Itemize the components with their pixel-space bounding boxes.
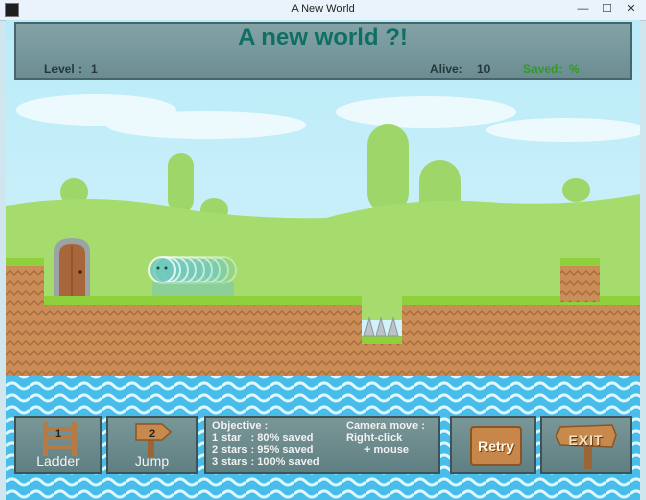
objective-heading: Objective : [212,420,269,432]
level-title: A new world ?! [238,24,408,51]
objective-line-3: 3 stars : 100% saved [212,456,320,468]
ground-left-dirt [6,302,362,380]
ladder-count: 1 [54,428,62,440]
retry-label: Retry [478,438,514,454]
ground-right-dirt [402,302,640,380]
ladder-label: Ladder [36,453,80,469]
alive-count: 10 [477,62,491,76]
creature-group [148,256,237,296]
entrance-door [54,238,90,296]
exit-button[interactable]: EXIT [542,432,630,448]
maximize-button[interactable]: ☐ [596,1,618,17]
info-panel: Objective : 1 star : 80% saved 2 stars :… [204,416,440,474]
spike-trap [363,316,399,337]
pit-dirt [362,342,402,380]
retry-button[interactable]: Retry [470,426,522,466]
jump-label: Jump [134,453,170,469]
exit-panel: EXIT [540,416,632,474]
close-button[interactable]: ✕ [620,1,642,17]
window-titlebar: A New World — ☐ ✕ [0,0,646,21]
pit-grass [362,336,402,344]
bottom-toolbar: 1 Ladder 2 Jump Objective : 1 star : 80%… [14,416,632,478]
ground-left-grass [44,296,362,305]
left-pillar-grass [6,258,44,266]
objective-line-2: 2 stars : 95% saved [212,444,314,456]
alive-label: Alive: [430,62,463,76]
level-value: 1 [91,62,98,76]
camera-line-1: Right-click [346,432,403,444]
window-title: A New World [291,3,355,15]
camera-line-2: + mouse [364,444,409,456]
saved-label: Saved: [523,62,563,76]
camera-heading: Camera move : [346,420,425,432]
objective-line-1: 1 star : 80% saved [212,432,314,444]
level-label: Level : [44,62,83,76]
jump-count: 2 [148,428,156,440]
minimize-button[interactable]: — [572,1,594,17]
hud-panel: A new world ?! Level : 1 Alive: 10 Saved… [14,22,632,80]
saved-percent: % [569,62,580,76]
right-pillar-dirt [560,262,600,302]
jump-skill-button[interactable]: 2 Jump [106,416,198,474]
retry-panel: Retry [450,416,536,474]
right-pillar-grass [560,258,600,266]
ladder-skill-button[interactable]: 1 Ladder [14,416,102,474]
ground-right-grass [402,296,640,305]
